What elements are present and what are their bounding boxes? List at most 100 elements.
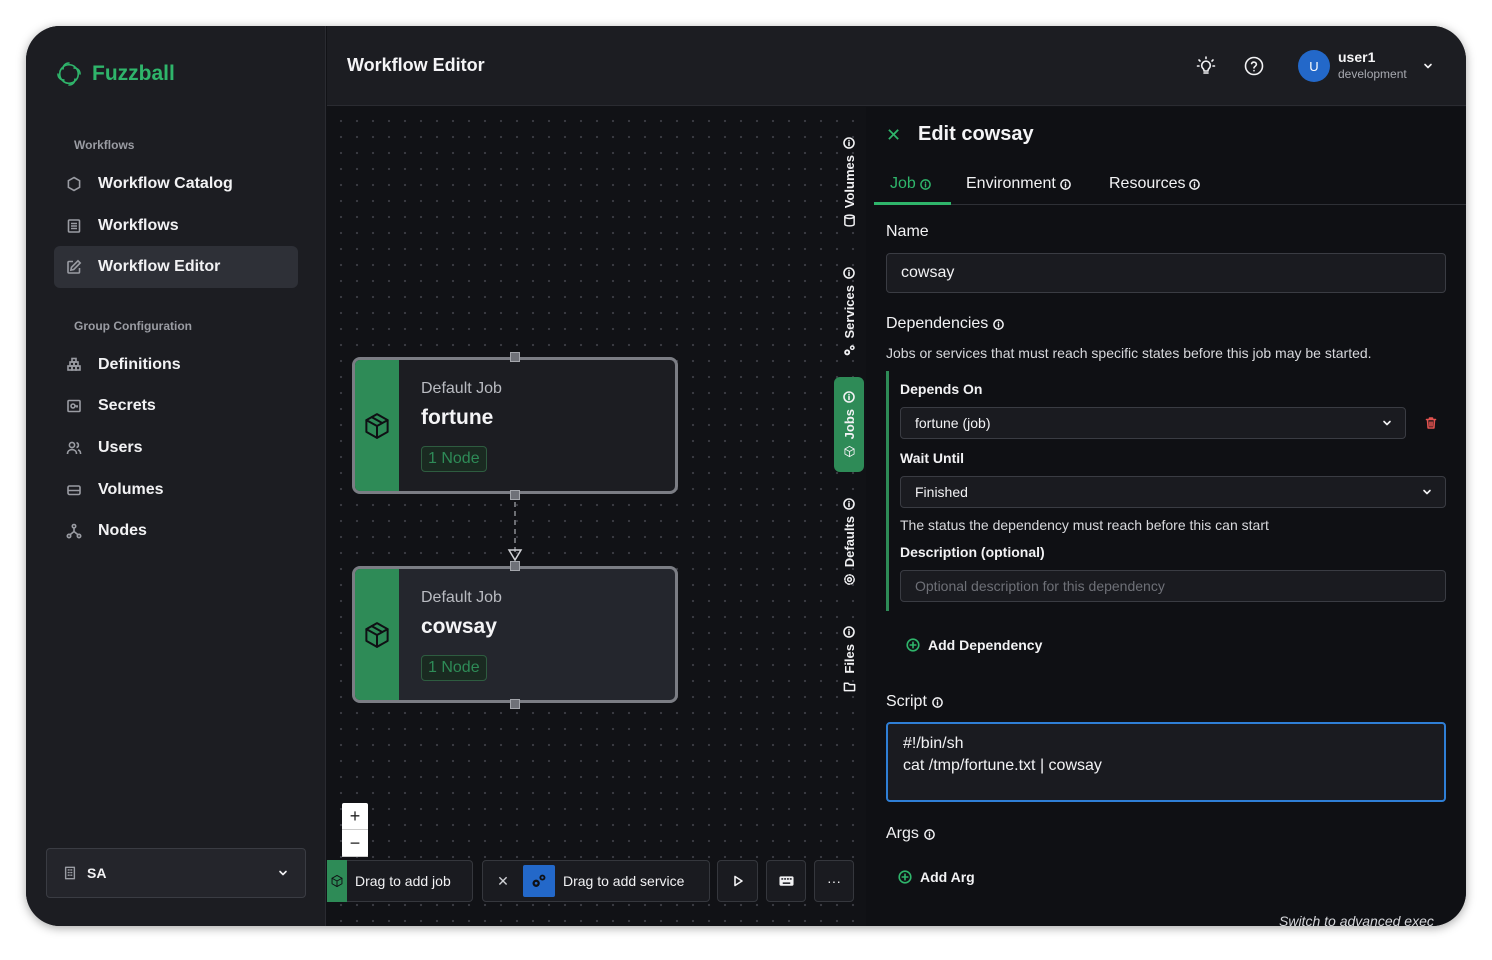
delete-dependency-icon[interactable] [1424, 416, 1438, 430]
dependency-edge[interactable] [507, 500, 527, 570]
user-menu-chevron-icon[interactable] [1422, 60, 1434, 72]
close-icon[interactable]: ✕ [483, 873, 523, 890]
script-line: cat /tmp/fortune.txt | cowsay [903, 757, 1102, 774]
side-tab-jobs[interactable]: Jobs [834, 377, 864, 472]
side-tab-label: Jobs [841, 408, 857, 440]
org-selector[interactable]: SA [46, 848, 306, 898]
tab-environment[interactable]: Environment [966, 175, 1071, 193]
name-label: Name [886, 223, 929, 240]
tab-label: Environment [966, 175, 1056, 192]
chevron-down-icon [279, 870, 287, 876]
node-handle-bottom[interactable] [510, 490, 520, 500]
panel-tabs: Job Environment Resources [874, 163, 1466, 205]
description-input[interactable]: Optional description for this dependency [900, 570, 1446, 602]
keyboard-shortcuts-button[interactable] [766, 860, 806, 902]
info-icon [993, 318, 1005, 330]
workflow-canvas[interactable]: Default Job fortune 1 Node Default Job c… [327, 107, 865, 926]
zoom-controls: + − [342, 803, 368, 857]
user-environment: development [1338, 67, 1407, 81]
theme-toggle-icon[interactable] [1195, 55, 1217, 77]
job-node-fortune[interactable]: Default Job fortune 1 Node [352, 357, 678, 494]
info-icon [843, 137, 855, 149]
add-dependency-button[interactable]: Add Dependency [906, 637, 1042, 653]
tab-job[interactable]: Job [890, 175, 931, 193]
page-title: Workflow Editor [347, 55, 485, 75]
tab-label: Job [890, 175, 916, 192]
sidebar-item-label: Workflow Editor [98, 258, 221, 275]
active-tab-underline [874, 202, 951, 205]
drag-add-service-label: Drag to add service [563, 873, 685, 889]
avatar[interactable]: U [1298, 50, 1330, 82]
sidebar-item-volumes[interactable]: Volumes [54, 469, 298, 511]
sidebar-item-workflow-editor[interactable]: Workflow Editor [54, 246, 298, 288]
node-name: cowsay [421, 615, 497, 638]
advanced-exec-link[interactable]: Switch to advanced exec [1279, 913, 1434, 926]
depends-on-value: fortune (job) [915, 415, 991, 431]
name-input[interactable]: cowsay [886, 253, 1446, 293]
node-handle-top[interactable] [510, 561, 520, 571]
user-name[interactable]: user1 [1338, 49, 1375, 65]
sidebar-item-label: Volumes [98, 481, 164, 498]
info-icon [932, 696, 943, 708]
database-icon [843, 214, 855, 227]
side-tab-services[interactable]: Services [834, 257, 864, 367]
sidebar-item-nodes[interactable]: Nodes [54, 510, 298, 552]
dependencies-label-text: Dependencies [886, 315, 989, 332]
job-chip [327, 860, 347, 902]
sidebar-item-definitions[interactable]: Definitions [54, 344, 298, 386]
job-node-cowsay[interactable]: Default Job cowsay 1 Node [352, 566, 678, 703]
service-chip [523, 865, 555, 897]
script-textarea[interactable]: #!/bin/sh cat /tmp/fortune.txt | cowsay [886, 722, 1446, 802]
info-icon [919, 178, 931, 190]
hexagon-icon [67, 176, 81, 192]
info-icon [843, 266, 855, 279]
package-icon [365, 621, 389, 648]
add-arg-button[interactable]: Add Arg [898, 869, 975, 885]
sidebar-item-workflow-catalog[interactable]: Workflow Catalog [54, 163, 298, 205]
sidebar-item-label: Users [98, 439, 143, 456]
side-tab-defaults[interactable]: Defaults [834, 487, 864, 597]
gear-icon [843, 574, 855, 586]
building-icon [64, 866, 76, 880]
plus-circle-icon [906, 638, 920, 652]
description-label: Description (optional) [900, 544, 1045, 560]
close-panel-button[interactable]: ✕ [886, 125, 901, 146]
tab-label: Resources [1109, 175, 1186, 192]
depends-on-select[interactable]: fortune (job) [900, 407, 1406, 439]
args-label: Args [886, 825, 935, 843]
zoom-out-button[interactable]: − [342, 830, 368, 857]
logo[interactable]: Fuzzball [54, 59, 175, 89]
tab-resources[interactable]: Resources [1109, 175, 1201, 193]
more-button[interactable]: ··· [814, 860, 854, 902]
wait-until-value: Finished [915, 484, 968, 500]
info-icon [1189, 178, 1201, 190]
package-icon [843, 446, 855, 458]
drag-add-service[interactable]: ✕ Drag to add service [482, 860, 710, 902]
side-tab-volumes[interactable]: Volumes [834, 127, 864, 237]
dependencies-help: Jobs or services that must reach specifi… [886, 345, 1372, 361]
info-icon [843, 498, 855, 510]
canvas-side-tabs: Volumes Services Jobs Defaults Files [832, 107, 866, 926]
sidebar-item-users[interactable]: Users [54, 427, 298, 469]
node-handle-bottom[interactable] [510, 699, 520, 709]
wait-until-select[interactable]: Finished [900, 476, 1446, 508]
zoom-in-button[interactable]: + [342, 803, 368, 830]
run-button[interactable] [717, 860, 758, 902]
package-icon [365, 412, 389, 439]
sidebar-item-workflows[interactable]: Workflows [54, 205, 298, 247]
chevron-down-icon [1423, 489, 1431, 495]
side-tab-label: Defaults [841, 515, 857, 568]
help-icon[interactable] [1243, 55, 1265, 77]
drive-icon [67, 485, 81, 496]
side-tab-label: Files [841, 644, 857, 674]
script-label-text: Script [886, 693, 927, 710]
node-handle-top[interactable] [510, 352, 520, 362]
edit-icon [67, 259, 82, 274]
wait-until-help: The status the dependency must reach bef… [900, 517, 1269, 533]
drag-add-job[interactable]: Drag to add job [327, 860, 473, 902]
sidebar-item-secrets[interactable]: Secrets [54, 385, 298, 427]
more-icon: ··· [827, 873, 841, 889]
sidebar-item-label: Workflow Catalog [98, 175, 233, 192]
side-tab-files[interactable]: Files [834, 617, 864, 702]
info-icon [843, 391, 855, 403]
